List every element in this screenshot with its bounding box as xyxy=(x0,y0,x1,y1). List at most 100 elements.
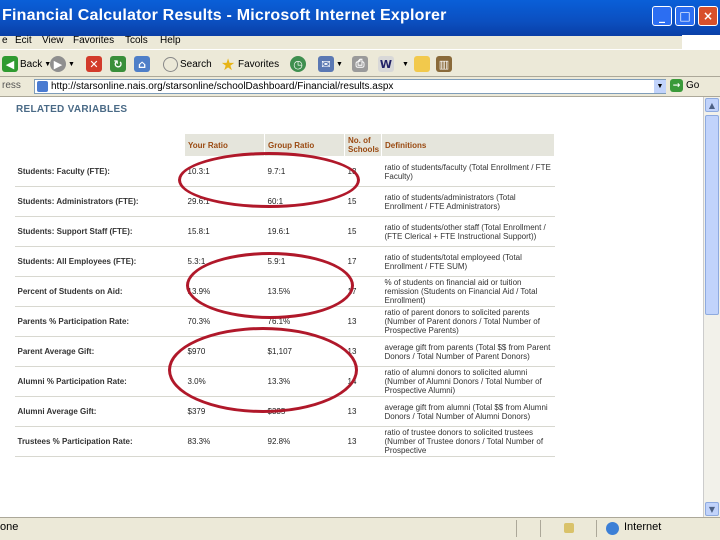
mail-icon: ✉ xyxy=(318,56,334,72)
your-ratio-cell: 83.3% xyxy=(184,426,265,457)
row-label: Students: All Employees (FTE): xyxy=(14,246,185,277)
address-input[interactable]: http://starsonline.nais.org/starsonline/… xyxy=(34,79,666,94)
group-ratio-cell: 13.3% xyxy=(264,366,345,397)
research-button[interactable]: ▥ xyxy=(436,54,452,74)
page-icon xyxy=(37,81,48,92)
schools-cell: 14 xyxy=(344,366,382,397)
folder-button[interactable] xyxy=(414,54,430,74)
group-ratio-cell: 76.1% xyxy=(264,306,345,337)
menu-tools[interactable]: Tcols xyxy=(125,35,148,46)
definition-cell: ratio of students/other staff (Total Enr… xyxy=(381,216,555,247)
section-title: RELATED VARIABLES xyxy=(16,104,128,115)
menu-file[interactable]: e xyxy=(2,35,8,46)
definition-cell: ratio of trustee donors to solicited tru… xyxy=(381,426,555,457)
group-ratio-cell: 9.7:1 xyxy=(264,156,345,187)
ie-logo-icon xyxy=(682,35,720,49)
menu-edit[interactable]: Ecit xyxy=(15,35,32,46)
forward-dropdown-icon[interactable]: ▼ xyxy=(68,61,75,68)
results-table: Your Ratio Group Ratio No. of Schools De… xyxy=(14,133,555,457)
scroll-down-icon[interactable]: ▼ xyxy=(705,502,719,516)
table-row: Trustees % Participation Rate: 83.3% 92.8%… xyxy=(14,426,555,457)
home-button[interactable]: ⌂ xyxy=(134,54,150,74)
schools-cell: 17 xyxy=(344,246,382,277)
history-button[interactable]: ◷ xyxy=(290,54,306,74)
status-divider xyxy=(516,520,517,537)
vertical-scrollbar[interactable]: ▲ ▼ xyxy=(703,97,720,517)
scroll-thumb[interactable] xyxy=(705,115,719,315)
group-ratio-cell: 92.8% xyxy=(264,426,345,457)
header-group-ratio: Group Ratio xyxy=(264,133,345,157)
stop-button[interactable]: ✕ xyxy=(86,54,102,74)
minimize-button[interactable]: _ xyxy=(652,6,672,26)
table-row: Alumni Average Gift: $379 $335 13 average gi… xyxy=(14,396,555,427)
back-button[interactable]: ◀ Back ▼ xyxy=(2,54,51,74)
your-ratio-cell: 5.3:1 xyxy=(184,246,265,277)
window-title: Financial Calculator Results - Microsoft… xyxy=(2,7,447,24)
menu-favorites[interactable]: Favorites xyxy=(73,35,114,46)
your-ratio-cell: $379 xyxy=(184,396,265,427)
table-row: Percent of Students on Aid: 13.9% 13.5% 17%… xyxy=(14,276,555,307)
your-ratio-cell: 13.9% xyxy=(184,276,265,307)
mail-dropdown-icon[interactable]: ▼ xyxy=(336,61,343,68)
table-row: Alumni % Participation Rate: 3.0% 13.3% 14 r… xyxy=(14,366,555,397)
your-ratio-cell: 3.0% xyxy=(184,366,265,397)
status-bar: one Internet xyxy=(0,517,720,540)
status-divider xyxy=(540,520,541,537)
status-divider xyxy=(596,520,597,537)
group-ratio-cell: $1,107 xyxy=(264,336,345,367)
favorites-button[interactable]: ★ Favorites xyxy=(220,54,279,74)
globe-icon xyxy=(606,522,619,535)
row-label: Trustees % Participation Rate: xyxy=(14,426,185,457)
address-dropdown-icon[interactable]: ▼ xyxy=(654,80,666,93)
definition-cell: average gift from alumni (Total $$ from … xyxy=(381,396,555,427)
search-button[interactable]: Search xyxy=(163,54,212,74)
schools-cell: 15 xyxy=(344,186,382,217)
scroll-up-icon[interactable]: ▲ xyxy=(705,98,719,112)
row-label: Percent of Students on Aid: xyxy=(14,276,185,307)
title-bar: Financial Calculator Results - Microsoft… xyxy=(0,0,720,36)
address-label: ress xyxy=(2,80,21,91)
table-row: Students: Administrators (FTE): 29.6:1 60:… xyxy=(14,186,555,217)
forward-icon: ▶ xyxy=(50,56,66,72)
go-button[interactable]: → Go xyxy=(670,79,699,92)
edit-icon: W xyxy=(378,56,394,72)
forward-button[interactable]: ▶ ▼ xyxy=(50,54,75,74)
history-icon: ◷ xyxy=(290,56,306,72)
edit-button[interactable]: W ▼ xyxy=(378,54,409,74)
mail-button[interactable]: ✉ ▼ xyxy=(318,54,343,74)
row-label: Alumni Average Gift: xyxy=(14,396,185,427)
maximize-button[interactable]: □ xyxy=(675,6,695,26)
zone-label: Internet xyxy=(624,521,662,533)
definition-cell: ratio of students/administrators (Total … xyxy=(381,186,555,217)
search-icon xyxy=(163,56,178,72)
header-schools: No. of Schools xyxy=(344,133,382,157)
group-ratio-cell: 5.9:1 xyxy=(264,246,345,277)
menu-view[interactable]: View xyxy=(42,35,64,46)
your-ratio-cell: 15.8:1 xyxy=(184,216,265,247)
table-row: Students: Faculty (FTE): 10.3:1 9.7:1 13 rat… xyxy=(14,156,555,187)
address-bar: ress http://starsonline.nais.org/starson… xyxy=(0,77,720,97)
refresh-button[interactable]: ↻ xyxy=(110,54,126,74)
your-ratio-cell: $970 xyxy=(184,336,265,367)
row-label: Parent Average Gift: xyxy=(14,336,185,367)
table-row: Students: All Employees (FTE): 5.3:1 5.9:1… xyxy=(14,246,555,277)
edit-dropdown-icon[interactable]: ▼ xyxy=(402,61,409,68)
schools-cell: 13 xyxy=(344,306,382,337)
menu-bar: e Ecit View Favorites Tcols Help xyxy=(0,35,720,49)
schools-cell: 13 xyxy=(344,396,382,427)
go-label: Go xyxy=(686,80,700,91)
folder-icon xyxy=(414,56,430,72)
definition-cell: ratio of parent donors to solicited pare… xyxy=(381,306,555,337)
your-ratio-cell: 10.3:1 xyxy=(184,156,265,187)
group-ratio-cell: 60:1 xyxy=(264,186,345,217)
research-icon: ▥ xyxy=(436,56,452,72)
print-button[interactable]: ⎙ xyxy=(352,54,368,74)
page-content: RELATED VARIABLES Your Ratio Group Ratio… xyxy=(0,97,703,517)
close-button[interactable]: × xyxy=(698,6,718,26)
go-icon: → xyxy=(670,79,683,92)
definition-cell: % of students on financial aid or tuitio… xyxy=(381,276,555,307)
row-label: Students: Administrators (FTE): xyxy=(14,186,185,217)
menu-help[interactable]: Help xyxy=(160,35,181,46)
definition-cell: ratio of alumni donors to solicited alum… xyxy=(381,366,555,397)
row-label: Alumni % Participation Rate: xyxy=(14,366,185,397)
